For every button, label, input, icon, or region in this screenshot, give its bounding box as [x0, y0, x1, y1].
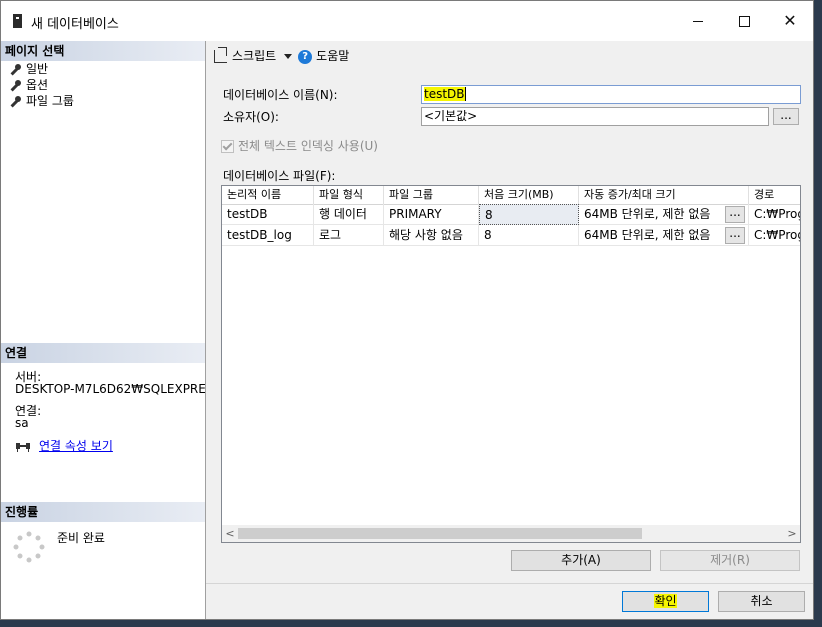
help-icon: ?: [298, 49, 313, 64]
cell-file-type[interactable]: 행 데이터: [314, 204, 384, 225]
page-item-label: 파일 그룹: [26, 94, 74, 108]
database-server-icon: [13, 14, 22, 28]
page-item-general[interactable]: 일반: [9, 61, 48, 77]
owner-browse-button[interactable]: ...: [773, 108, 799, 125]
page-item-options[interactable]: 옵션: [9, 77, 48, 93]
scroll-thumb[interactable]: [238, 528, 642, 539]
wrench-icon: [9, 63, 21, 76]
window-title: 새 데이터베이스: [31, 17, 119, 32]
page-item-label: 옵션: [26, 78, 49, 92]
maximize-icon: [738, 16, 750, 27]
db-name-input[interactable]: testDB: [421, 85, 801, 104]
scroll-right-icon[interactable]: >: [784, 525, 800, 542]
col-file-type[interactable]: 파일 형식: [314, 186, 384, 204]
page-item-label: 일반: [26, 62, 49, 76]
remove-button[interactable]: 제거(R): [660, 550, 800, 571]
script-dropdown-icon[interactable]: [284, 54, 293, 59]
script-icon: [214, 47, 227, 63]
cell-initial-size[interactable]: 8: [479, 225, 579, 246]
ok-label: 확인: [654, 594, 677, 608]
progress-spinner-icon: [13, 531, 45, 563]
progress-status: 준비 완료: [57, 531, 105, 545]
owner-input[interactable]: <기본값>: [421, 107, 769, 126]
col-initial-size[interactable]: 처음 크기(MB): [479, 186, 579, 204]
script-button[interactable]: 스크립트: [214, 47, 277, 63]
help-label: 도움말: [316, 49, 350, 63]
db-name-label: 데이터베이스 이름(N):: [223, 88, 338, 102]
cell-logical-name[interactable]: testDB: [222, 204, 314, 225]
cell-logical-name[interactable]: testDB_log: [222, 225, 314, 246]
col-path[interactable]: 경로: [749, 186, 800, 204]
col-filegroup[interactable]: 파일 그룹: [384, 186, 479, 204]
ok-button[interactable]: 확인: [622, 591, 709, 612]
progress-header: 진행률: [1, 502, 205, 522]
title-bar: 새 데이터베이스 ✕: [1, 1, 813, 41]
close-icon: ✕: [783, 11, 797, 30]
toolbar: 스크립트? 도움말: [214, 47, 349, 65]
table-row[interactable]: testDB 행 데이터 PRIMARY 8 64MB 단위로, 제한 없음 .…: [222, 204, 800, 225]
cell-filegroup[interactable]: 해당 사항 없음: [384, 225, 479, 246]
connection-header: 연결: [1, 343, 205, 363]
minimize-button[interactable]: [675, 1, 721, 41]
new-database-dialog: 새 데이터베이스 ✕ 페이지 선택 일반 옵션 파일 그룹 연결 서버: DES…: [0, 0, 814, 620]
add-button[interactable]: 추가(A): [511, 550, 651, 571]
view-connection-properties-link[interactable]: 연결 속성 보기: [39, 437, 113, 454]
footer-divider: [206, 583, 813, 584]
cell-initial-size[interactable]: 8: [479, 204, 579, 225]
wrench-icon: [9, 95, 21, 108]
select-page-header: 페이지 선택: [1, 41, 205, 61]
cell-path[interactable]: C:₩Prog: [749, 204, 800, 225]
server-value: DESKTOP-M7L6D62₩SQLEXPRESS: [15, 383, 205, 396]
table-header: 논리적 이름 파일 형식 파일 그룹 처음 크기(MB) 자동 증가/최대 크기…: [222, 186, 800, 205]
cancel-button[interactable]: 취소: [718, 591, 805, 612]
page-item-filegroups[interactable]: 파일 그룹: [9, 93, 74, 109]
horizontal-scrollbar[interactable]: < >: [222, 525, 800, 542]
left-pane: 페이지 선택 일반 옵션 파일 그룹 연결 서버: DESKTOP-M7L6D6…: [1, 41, 206, 619]
help-button[interactable]: ? 도움말: [292, 49, 350, 64]
db-name-value: testDB: [424, 87, 465, 101]
fulltext-checkbox[interactable]: [221, 140, 234, 153]
connection-properties-icon: [16, 443, 30, 452]
scroll-left-icon[interactable]: <: [222, 525, 238, 542]
table-row[interactable]: testDB_log 로그 해당 사항 없음 8 64MB 단위로, 제한 없음…: [222, 225, 800, 246]
col-logical-name[interactable]: 논리적 이름: [222, 186, 314, 204]
cell-path[interactable]: C:₩Prog: [749, 225, 800, 246]
cell-file-type[interactable]: 로그: [314, 225, 384, 246]
close-button[interactable]: ✕: [767, 1, 813, 41]
autogrowth-edit-button[interactable]: ...: [725, 206, 745, 223]
maximize-button[interactable]: [721, 1, 767, 41]
connection-value: sa: [15, 416, 29, 430]
wrench-icon: [9, 79, 21, 92]
minimize-icon: [693, 21, 703, 22]
script-label: 스크립트: [232, 49, 277, 63]
db-files-table[interactable]: 논리적 이름 파일 형식 파일 그룹 처음 크기(MB) 자동 증가/최대 크기…: [221, 185, 801, 543]
cell-autogrowth[interactable]: 64MB 단위로, 제한 없음: [579, 225, 749, 246]
cell-filegroup[interactable]: PRIMARY: [384, 204, 479, 225]
fulltext-label: 전체 텍스트 인덱싱 사용(U): [238, 139, 378, 153]
cell-autogrowth[interactable]: 64MB 단위로, 제한 없음: [579, 204, 749, 225]
db-files-label: 데이터베이스 파일(F):: [223, 169, 336, 183]
col-autogrowth[interactable]: 자동 증가/최대 크기: [579, 186, 749, 204]
text-caret: [464, 87, 466, 101]
autogrowth-edit-button[interactable]: ...: [725, 227, 745, 244]
owner-label: 소유자(O):: [223, 110, 279, 124]
